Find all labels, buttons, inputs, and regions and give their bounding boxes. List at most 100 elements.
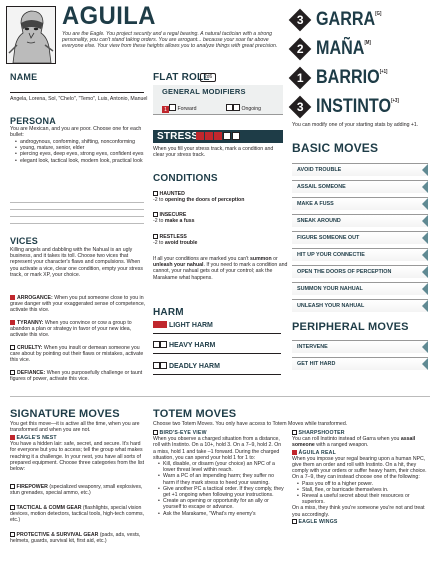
signature-checkbox[interactable]: [10, 435, 15, 440]
condition-mod: -2 to: [153, 218, 165, 225]
persona-notes-lines[interactable]: [10, 196, 144, 224]
stat-name: MAÑA[M]: [316, 38, 371, 59]
totem-bullet: Create an opening or opportunity for an …: [158, 498, 285, 510]
stress-box[interactable]: [196, 132, 204, 140]
peripheral-move-button[interactable]: INTERVENE: [292, 340, 428, 353]
totem-bullet: Warn a PC of an impending harm; they suf…: [158, 473, 285, 485]
harm-box[interactable]: [153, 321, 160, 328]
totem-move-text: You can roll Instinto instead of Garra w…: [292, 436, 416, 449]
persona-heading: PERSONA: [10, 116, 56, 126]
modifier-ongoing[interactable]: Ongoing: [226, 104, 261, 112]
vice-checkbox[interactable]: [10, 320, 15, 325]
name-line[interactable]: [10, 92, 144, 93]
harm-label: HEAVY HARM: [168, 342, 216, 349]
condition-checkbox[interactable]: [153, 234, 158, 239]
vice-item[interactable]: DEFIANCE: When you purposefully challeng…: [10, 370, 148, 382]
totem-checkbox[interactable]: [153, 430, 158, 435]
vice-item[interactable]: ARROGANCE: When you put someone close to…: [10, 295, 148, 314]
totem-move-miss: On a miss, they think you're someone you…: [292, 505, 425, 518]
basic-move-button[interactable]: FIGURE SOMEONE OUT: [292, 231, 428, 244]
stress-box[interactable]: [214, 132, 222, 140]
totem-move-text: When you impose your regal bearing upon …: [292, 455, 427, 481]
harm-box[interactable]: [160, 341, 167, 348]
basic-move-button[interactable]: MAKE A FUSS: [292, 197, 428, 210]
signature-moves-heading: SIGNATURE MOVES: [10, 408, 120, 420]
stat-value[interactable]: 2: [288, 37, 312, 61]
stat-name: GARRA[G]: [316, 9, 382, 30]
modifier-forward[interactable]: 1 Forward: [162, 104, 196, 113]
gear-item[interactable]: PROTECTIVE & SURVIVAL GEAR (pads, ads, v…: [10, 532, 146, 544]
stat-name: INSTINTO[+3]: [316, 96, 399, 117]
vice-name: CRUELTY:: [17, 345, 43, 351]
basic-move-button[interactable]: SUMMON YOUR NAHUAL: [292, 282, 428, 295]
gear-checkbox[interactable]: [10, 532, 15, 537]
condition-item[interactable]: INSECURE -2 to make a fuss: [153, 212, 285, 224]
stress-track[interactable]: [196, 132, 240, 140]
condition-name: RESTLESS: [159, 234, 187, 240]
harm-deadly[interactable]: DEADLY HARM: [153, 361, 281, 375]
ongoing-box[interactable]: [226, 104, 233, 111]
vice-name: ARROGANCE:: [17, 295, 53, 301]
harm-heavy[interactable]: HEAVY HARM: [153, 340, 281, 354]
basic-move-button[interactable]: ASSAIL SOMEONE: [292, 180, 428, 193]
basic-move-button[interactable]: SNEAK AROUND: [292, 214, 428, 227]
conditions-note: If all your conditions are marked you ca…: [153, 256, 289, 281]
totem-move-name: BIRD'S-EYE VIEW: [159, 430, 207, 436]
section-divider: [10, 396, 430, 397]
totem-checkbox[interactable]: [292, 449, 297, 455]
condition-checkbox[interactable]: [153, 212, 158, 217]
condition-checkbox[interactable]: [153, 191, 158, 196]
persona-bullet[interactable]: elegant look, tactical look, modern look…: [15, 158, 148, 164]
harm-box[interactable]: [160, 321, 167, 328]
gear-checkbox[interactable]: [10, 505, 15, 510]
persona-text: You are Mexican, and you are poor. Choos…: [10, 126, 142, 139]
conditions-note-b: summon: [250, 256, 272, 262]
harm-label: DEADLY HARM: [168, 363, 220, 370]
forward-label: Forward: [177, 106, 197, 112]
gear-item[interactable]: FIREPOWER (specialized weaponry, small e…: [10, 484, 146, 496]
totem-move-bullets: Pass you off to a higher power. Stall, f…: [292, 481, 430, 506]
harm-box[interactable]: [160, 362, 167, 369]
vice-name: DEFIANCE:: [17, 370, 46, 376]
harm-box[interactable]: [153, 341, 160, 348]
stress-box[interactable]: [223, 132, 231, 140]
vice-checkbox[interactable]: [10, 370, 15, 375]
harm-box[interactable]: [153, 362, 160, 369]
peripheral-move-button[interactable]: GET HIT HARD: [292, 357, 428, 370]
stat-value[interactable]: 1: [288, 66, 312, 90]
vice-item[interactable]: TYRANNY: When you convince or cow a grou…: [10, 320, 148, 339]
basic-move-button[interactable]: OPEN THE DOORS OF PERCEPTION: [292, 265, 428, 278]
basic-move-button[interactable]: HIT UP YOUR CONNECTIE: [292, 248, 428, 261]
vice-checkbox[interactable]: [10, 295, 15, 300]
ongoing-box[interactable]: [233, 104, 240, 111]
conditions-heading: CONDITIONS: [153, 173, 218, 184]
forward-box[interactable]: 1: [162, 106, 169, 113]
condition-item[interactable]: HAUNTED -2 to opening the doors of perce…: [153, 191, 285, 203]
conditions-note-c: or: [271, 256, 278, 262]
signature-move-text: You have a hidden lair: safe, secret, an…: [10, 441, 145, 473]
basic-move-button[interactable]: UNLEASH YOUR NAHUAL: [292, 299, 428, 312]
totem-checkbox[interactable]: [292, 430, 297, 435]
stress-box[interactable]: [232, 132, 240, 140]
totem-move-bullets: Kill, disable, or disarm (your choice) a…: [153, 461, 285, 517]
conditions-note-d: unleash your nahual: [153, 262, 204, 269]
condition-name: INSECURE: [159, 212, 187, 218]
persona-list: androgynous, conforming, shifting, nonco…: [10, 139, 148, 164]
conditions-note-a: If all your conditions are marked you ca…: [153, 256, 251, 262]
general-modifiers-label: GENERAL MODIFIERS: [162, 87, 246, 96]
gear-item[interactable]: TACTICAL & COMM GEAR (flashlights, speci…: [10, 505, 146, 524]
harm-light[interactable]: LIGHT HARM: [153, 320, 281, 334]
vice-item[interactable]: CRUELTY: When you insult or demean someo…: [10, 345, 148, 364]
vice-checkbox[interactable]: [10, 345, 15, 350]
stress-box[interactable]: [205, 132, 213, 140]
totem-bullet: Ask the Marakame, "What's my enemy's: [158, 511, 285, 517]
condition-name: HAUNTED: [159, 191, 185, 197]
forward-box[interactable]: [169, 104, 176, 111]
basic-move-button[interactable]: AVOID TROUBLE: [292, 163, 428, 176]
harm-heading: HARM: [153, 307, 184, 318]
stat-value[interactable]: 3: [288, 95, 312, 119]
gear-checkbox[interactable]: [10, 484, 15, 489]
condition-item[interactable]: RESTLESS -2 to avoid trouble: [153, 234, 285, 246]
totem-checkbox[interactable]: [292, 518, 297, 524]
stat-value[interactable]: 3: [288, 8, 312, 32]
